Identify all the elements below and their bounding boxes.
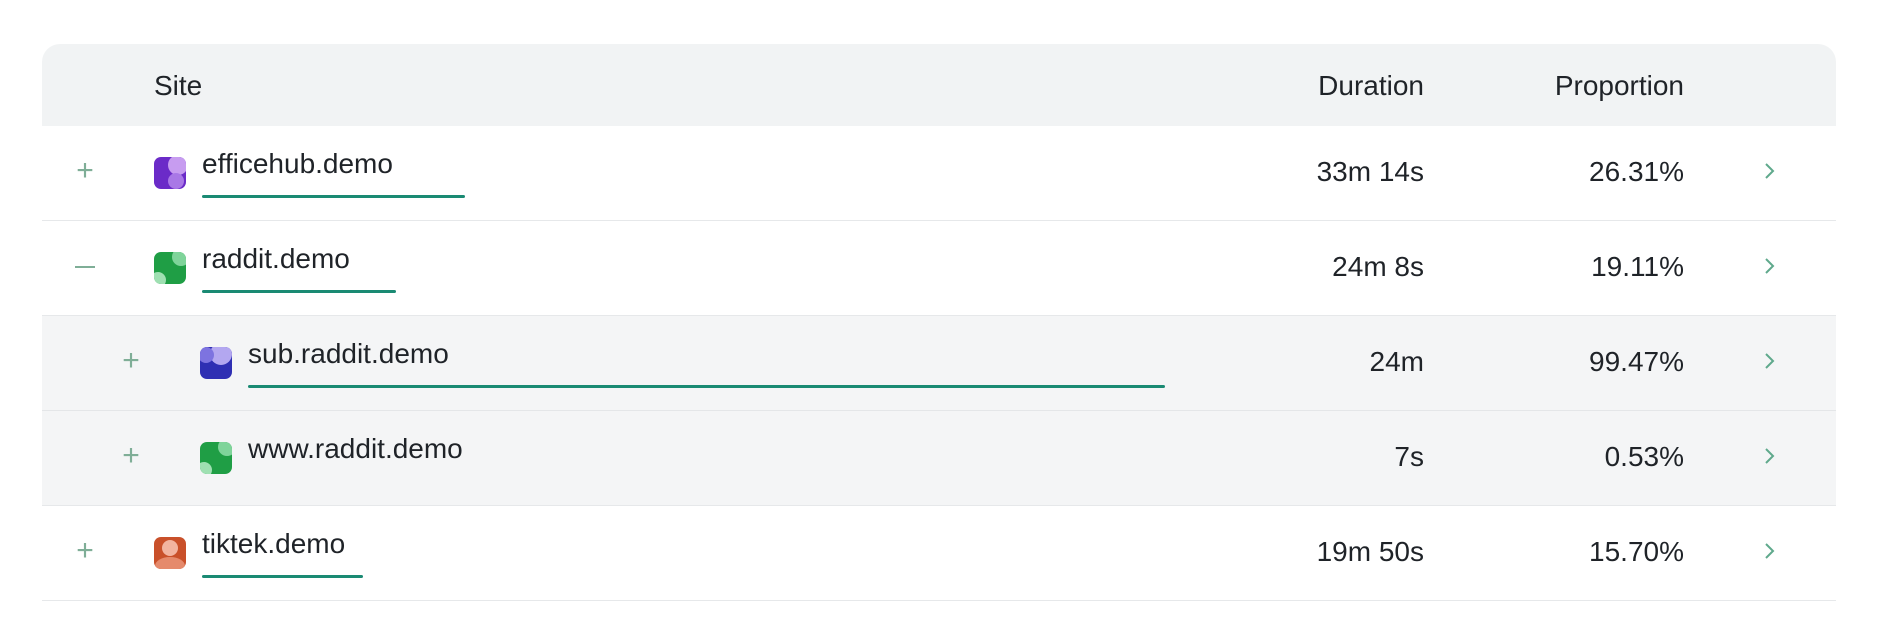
proportion-bar <box>248 385 1165 388</box>
duration-value: 33m 14s <box>1316 156 1424 187</box>
chevron-right-icon[interactable] <box>1760 156 1780 186</box>
collapse-icon[interactable] <box>72 253 98 279</box>
expand-icon[interactable]: + <box>72 156 98 186</box>
proportion-value: 0.53% <box>1604 441 1684 472</box>
chevron-right-icon[interactable] <box>1760 251 1780 281</box>
table-row[interactable]: raddit.demo 24m 8s 19.11% <box>42 221 1836 316</box>
raddit-favicon-icon <box>154 252 186 284</box>
chevron-right-icon[interactable] <box>1760 441 1780 471</box>
table-row[interactable]: + tiktek.demo 19m 50s 15.70% <box>42 506 1836 601</box>
site-link[interactable]: www.raddit.demo <box>248 433 463 465</box>
column-header-site[interactable]: Site <box>154 70 202 102</box>
site-link[interactable]: raddit.demo <box>202 243 350 275</box>
proportion-value: 26.31% <box>1589 156 1684 187</box>
proportion-bar <box>202 195 465 198</box>
expand-icon[interactable]: + <box>72 536 98 566</box>
www-raddit-favicon-icon <box>200 442 232 474</box>
site-link[interactable]: efficehub.demo <box>202 148 393 180</box>
expand-icon[interactable]: + <box>118 441 144 471</box>
expand-icon[interactable]: + <box>118 346 144 376</box>
table-header: Site Duration Proportion <box>42 44 1836 126</box>
proportion-value: 15.70% <box>1589 536 1684 567</box>
column-header-proportion[interactable]: Proportion <box>1555 70 1684 102</box>
table-row[interactable]: + efficehub.demo 33m 14s 26.31% <box>42 126 1836 221</box>
site-link[interactable]: tiktek.demo <box>202 528 345 560</box>
proportion-value: 19.11% <box>1591 251 1684 282</box>
column-header-duration[interactable]: Duration <box>1318 70 1424 102</box>
duration-value: 24m <box>1369 346 1424 377</box>
proportion-value: 99.47% <box>1589 346 1684 377</box>
site-link[interactable]: sub.raddit.demo <box>248 338 449 370</box>
table-row[interactable]: + sub.raddit.demo 24m 99.47% <box>42 316 1836 411</box>
tiktek-favicon-icon <box>154 537 186 569</box>
efficehub-favicon-icon <box>154 157 186 189</box>
chevron-right-icon[interactable] <box>1760 536 1780 566</box>
chevron-right-icon[interactable] <box>1760 346 1780 376</box>
table-row[interactable]: + www.raddit.demo 7s 0.53% <box>42 411 1836 506</box>
duration-value: 7s <box>1394 441 1424 472</box>
duration-value: 19m 50s <box>1316 536 1424 567</box>
sub-raddit-favicon-icon <box>200 347 232 379</box>
proportion-bar <box>202 575 363 578</box>
duration-value: 24m 8s <box>1332 251 1424 282</box>
sites-table: Site Duration Proportion + efficehub.dem… <box>42 44 1836 601</box>
proportion-bar <box>202 290 396 293</box>
